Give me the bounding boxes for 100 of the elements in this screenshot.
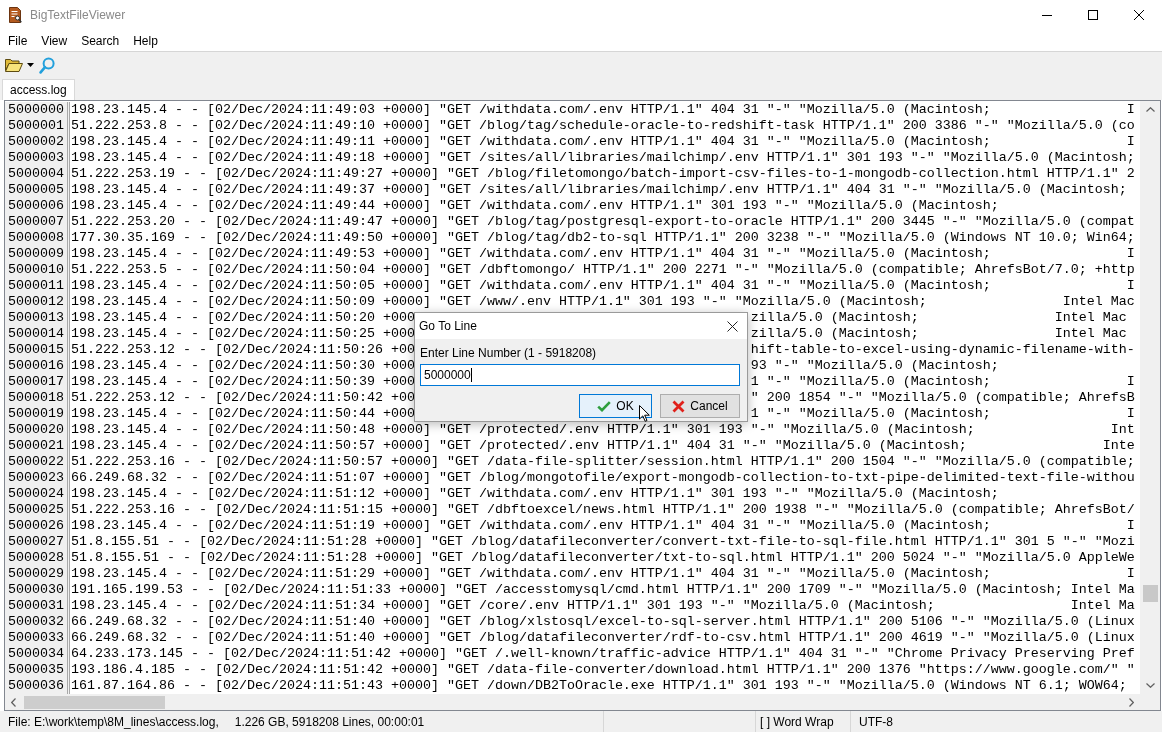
log-line: 51.8.155.51 - - [02/Dec/2024:11:51:28 +0000] "GET /blog/datafileconverter/txt-to-sql.html HTTP/1.1" 200 5024 "-" "Mozilla/5.0 AppleWe — [71, 550, 1135, 566]
line-number: 5000002 — [5, 134, 70, 150]
line-number: 5000013 — [5, 310, 70, 326]
log-line: 193.186.4.185 - - [02/Dec/2024:11:51:42 +0000] "GET /data-file-converter/download.html HTTP/1.1" 200 1376 "https://www.google.com/" " — [71, 662, 1135, 678]
line-number: 5000018 — [5, 390, 70, 406]
log-line: 51.222.253.8 - - [02/Dec/2024:11:49:10 +0000] "GET /blog/tag/schedule-oracle-to-redshift-task HTTP/1.1" 200 3386 "-" "Mozilla/5.0 (co — [71, 118, 1135, 134]
horizontal-scrollbar[interactable] — [5, 694, 1140, 710]
log-line: 51.222.253.20 - - [02/Dec/2024:11:49:47 +0000] "GET /blog/tag/postgresql-export-to-oracle HTTP/1.1" 200 3445 "-" "Mozilla/5.0 (compat — [71, 214, 1135, 230]
line-number: 5000026 — [5, 518, 70, 534]
search-icon — [39, 56, 55, 74]
log-line: 198.23.145.4 - - [02/Dec/2024:11:50:48 +0000] "GET /protected/.env HTTP/1.1" 301 193 "-" "Mozilla/5.0 (Macintosh; Int — [71, 422, 1135, 438]
menu-item[interactable]: Search — [74, 30, 127, 51]
field-label: Enter Line Number (1 - 5918208) — [420, 346, 598, 360]
line-number: 5000036 — [5, 678, 70, 694]
line-number: 5000007 — [5, 214, 70, 230]
menu-item[interactable]: View — [34, 30, 75, 51]
log-line: 198.23.145.4 - - [02/Dec/2024:11:49:11 +0000] "GET /withdata.com/.env HTTP/1.1" 404 31 "-" "Mozilla/5.0 (Macintosh; I — [71, 134, 1135, 150]
cancel-button[interactable]: Cancel — [660, 394, 740, 418]
menu-item[interactable]: Help — [126, 30, 165, 51]
log-line: 161.87.164.86 - - [02/Dec/2024:11:51:43 +0000] "GET /down/DB2ToOracle.exe HTTP/1.1" 301 193 "-" "Mozilla/5.0 (Windows NT 6.1; WOW64; — [71, 678, 1127, 694]
log-line: 198.23.145.4 - - [02/Dec/2024:11:50:57 +0000] "GET /protected/.env HTTP/1.1" 404 31 "-" "Mozilla/5.0 (Macintosh; Inte — [71, 438, 1135, 454]
line-number: 5000024 — [5, 486, 70, 502]
log-line: 51.8.155.51 - - [02/Dec/2024:11:51:28 +0000] "GET /blog/datafileconverter/convert-txt-file-to-sql-file.html HTTP/1.1" 301 5 "-" "Mozi — [71, 534, 1135, 550]
word-wrap-toggle[interactable]: [ ] Word Wrap — [760, 714, 834, 729]
file-tab[interactable]: access.log — [2, 79, 75, 100]
menu-item[interactable]: File — [1, 30, 35, 51]
line-number: 5000005 — [5, 182, 70, 198]
line-number: 5000031 — [5, 598, 70, 614]
line-number: 5000008 — [5, 230, 70, 246]
log-line: 66.249.68.32 - - [02/Dec/2024:11:51:40 +0000] "GET /blog/xlstosql/excel-to-sql-server.html HTTP/1.1" 200 5106 "-" "Mozilla/5.0 (Linux — [71, 614, 1135, 630]
scrollbar-thumb[interactable] — [24, 695, 165, 709]
folder-icon — [5, 58, 23, 72]
line-number: 5000020 — [5, 422, 70, 438]
close-icon — [1134, 10, 1144, 20]
log-line: 177.30.35.169 - - [02/Dec/2024:11:49:50 +0000] "GET /blog/tag/db2-to-sql HTTP/1.1" 200 3238 "-" "Mozilla/5.0 (Windows NT 10.0; Win64; — [71, 230, 1135, 246]
ok-button[interactable]: OK — [579, 394, 652, 418]
dialog-title: Go To Line — [419, 319, 477, 333]
log-line: 64.233.173.145 - - [02/Dec/2024:11:51:42 +0000] "GET /.well-known/traffic-advice HTTP/1.1" 404 31 "-" "Chrome Privacy Preserving Pref — [71, 646, 1135, 662]
line-number: 5000030 — [5, 582, 70, 598]
line-number: 5000025 — [5, 502, 70, 518]
log-line: 198.23.145.4 - - [02/Dec/2024:11:50:25 +000 — [71, 326, 415, 342]
log-line: 66.249.68.32 - - [02/Dec/2024:11:51:07 +0000] "GET /blog/mongotofile/export-mongodb-collection-to-txt-pipe-delimited-text-file-withou — [71, 470, 1135, 486]
line-number: 5000021 — [5, 438, 70, 454]
log-line: 198.23.145.4 - - [02/Dec/2024:11:50:05 +0000] "GET /withdata.com/.env HTTP/1.1" 404 31 "-" "Mozilla/5.0 (Macintosh; I — [71, 278, 1135, 294]
line-number: 5000014 — [5, 326, 70, 342]
log-line: 51.222.253.16 - - [02/Dec/2024:11:50:57 +0000] "GET /data-file-splitter/session.html HTTP/1.1" 200 1504 "-" "Mozilla/5.0 (compatible; — [71, 454, 1135, 470]
line-number: 5000009 — [5, 246, 70, 262]
line-number: 5000004 — [5, 166, 70, 182]
scrollbar-thumb[interactable] — [1142, 585, 1158, 602]
line-number: 5000006 — [5, 198, 70, 214]
line-number: 5000035 — [5, 662, 70, 678]
log-line: 66.249.68.32 - - [02/Dec/2024:11:51:40 +0000] "GET /blog/datafileconverter/rdf-to-csv.html HTTP/1.1" 200 4619 "-" "Mozilla/5.0 (Linux — [71, 630, 1135, 646]
log-line: 198.23.145.4 - - [02/Dec/2024:11:49:18 +0000] "GET /sites/all/libraries/mailchimp/.env HTTP/1.1" 301 193 "-" "Mozilla/5.0 (Macintosh; — [71, 150, 1135, 166]
log-line: 198.23.145.4 - - [02/Dec/2024:11:49:03 +0000] "GET /withdata.com/.env HTTP/1.1" 404 31 "-" "Mozilla/5.0 (Macintosh; I — [71, 102, 1135, 118]
maximize-icon — [1088, 10, 1098, 20]
log-line: 198.23.145.4 - - [02/Dec/2024:11:50:30 +000 — [71, 358, 415, 374]
log-line: " 200 1854 "-" "Mozilla/5.0 (compatible; AhrefsB — [750, 390, 1135, 406]
x-icon — [672, 399, 686, 413]
chevron-up-icon[interactable] — [1145, 107, 1155, 112]
line-number: 5000022 — [5, 454, 70, 470]
log-line: 191.165.199.53 - - [02/Dec/2024:11:51:33 +0000] "GET /accesstomysql/cmd.html HTTP/1.1" 200 1709 "-" "Mozilla/5.0 (Macintosh; Intel Ma — [71, 582, 1135, 598]
window-title: BigTextFileViewer — [30, 8, 126, 22]
log-line: 51.222.253.12 - - [02/Dec/2024:11:50:26 +00 — [71, 342, 415, 358]
close-icon — [726, 320, 738, 332]
log-line: 198.23.145.4 - - [02/Dec/2024:11:51:34 +0000] "GET /core/.env HTTP/1.1" 301 193 "-" "Mozilla/5.0 (Macintosh; Intel Ma — [71, 598, 1135, 614]
line-number: 5000000 — [5, 102, 70, 118]
log-line: 51.222.253.16 - - [02/Dec/2024:11:51:15 +0000] "GET /dbftoexcel/news.html HTTP/1.1" 200 1938 "-" "Mozilla/5.0 (compatible; AhrefsBot/ — [71, 502, 1135, 518]
checkmark-icon — [597, 400, 612, 412]
line-number: 5000028 — [5, 550, 70, 566]
line-number: 5000012 — [5, 294, 70, 310]
file-info: 1.226 GB, 5918208 Lines, 00:00:01 — [234, 714, 425, 729]
line-number: 5000032 — [5, 614, 70, 630]
text-cursor-icon — [470, 368, 472, 382]
minimize-icon — [1042, 14, 1052, 16]
log-line: 198.23.145.4 - - [02/Dec/2024:11:49:53 +0000] "GET /withdata.com/.env HTTP/1.1" 404 31 "-" "Mozilla/5.0 (Macintosh; I — [71, 246, 1135, 262]
mouse-pointer-icon — [639, 405, 650, 422]
line-number: 5000010 — [5, 262, 70, 278]
log-line: 1 "-" "Mozilla/5.0 (Macintosh; I — [750, 406, 1135, 422]
encoding-label: UTF-8 — [859, 714, 893, 729]
log-line: 1 "-" "Mozilla/5.0 (Macintosh; I — [750, 374, 1135, 390]
chevron-down-icon[interactable] — [1145, 683, 1155, 688]
log-line: 198.23.145.4 - - [02/Dec/2024:11:51:29 +0000] "GET /withdata.com/.env HTTP/1.1" 404 31 "-" "Mozilla/5.0 (Macintosh; I — [71, 566, 1135, 582]
line-number: 5000001 — [5, 118, 70, 134]
notepad-icon — [9, 7, 22, 23]
line-number: 5000023 — [5, 470, 70, 486]
line-number: 5000027 — [5, 534, 70, 550]
log-line: 198.23.145.4 - - [02/Dec/2024:11:50:44 +000 — [71, 406, 415, 422]
line-number: 5000011 — [5, 278, 70, 294]
line-number: 5000033 — [5, 630, 70, 646]
file-path: File: E:\work\temp\8M_lines\access.log, — [8, 714, 219, 729]
search-button[interactable] — [38, 54, 56, 76]
log-line: 198.23.145.4 - - [02/Dec/2024:11:50:20 +000 — [71, 310, 415, 326]
line-number: 5000016 — [5, 358, 70, 374]
line-number-input[interactable]: 5000000 — [420, 364, 740, 386]
chevron-right-icon[interactable] — [1129, 697, 1134, 707]
log-line: 93 "-" "Mozilla/5.0 (Macintosh; — [750, 358, 999, 374]
vertical-scrollbar[interactable] — [1140, 101, 1160, 694]
log-line: 51.222.253.19 - - [02/Dec/2024:11:49:27 +0000] "GET /blog/filetomongo/batch-import-csv-files-to-1-mongodb-collection.html HTTP/1.1" 2 — [71, 166, 1135, 182]
chevron-left-icon[interactable] — [11, 697, 16, 707]
line-number: 5000015 — [5, 342, 70, 358]
